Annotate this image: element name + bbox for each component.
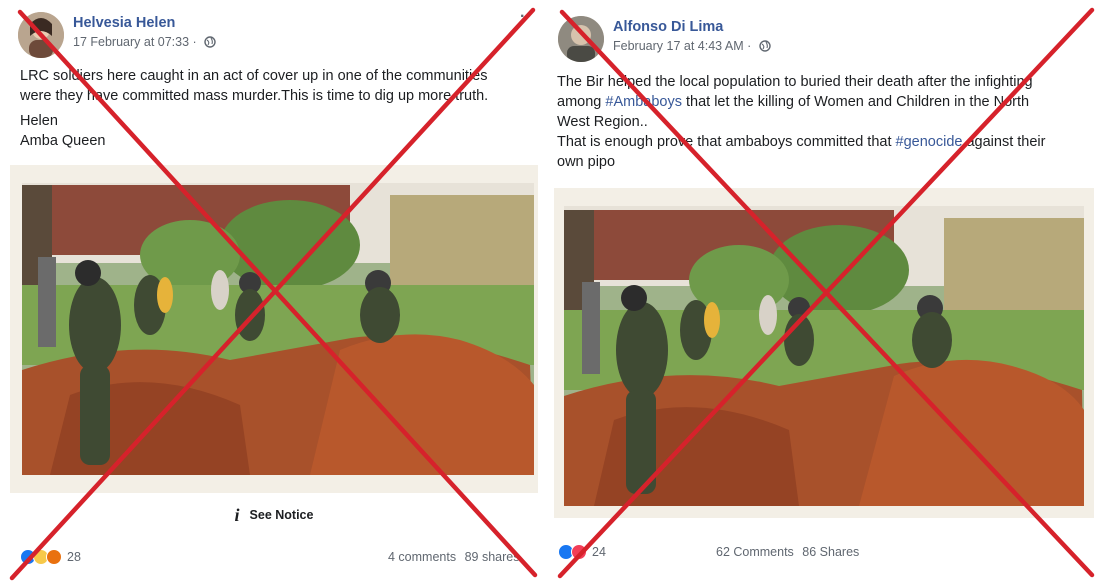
right-post: Alfonso Di Lima February 17 at 4:43 AM ·… xyxy=(548,0,1100,583)
post-text-line: own pipo xyxy=(557,154,616,170)
post-text: LRC soldiers here caught in an act of co… xyxy=(20,66,535,151)
author-avatar[interactable] xyxy=(558,16,604,62)
text-span: that let the killing of Women and Childr… xyxy=(681,94,1030,110)
reaction-count: 24 xyxy=(592,545,606,559)
post-photo[interactable] xyxy=(554,188,1094,518)
post-text-line: Amba Queen xyxy=(20,133,106,149)
reaction-count: 28 xyxy=(67,550,81,564)
reaction-summary[interactable]: 28 xyxy=(20,549,81,565)
post-text-line: The Bir helped the local population to b… xyxy=(557,74,1033,90)
globe-icon xyxy=(759,39,771,57)
author-meta: Alfonso Di Lima February 17 at 4:43 AM · xyxy=(613,16,771,57)
globe-icon xyxy=(204,35,216,53)
post-text: The Bir helped the local population to b… xyxy=(557,72,1097,172)
author-meta: Helvesia Helen 17 February at 07:33 · xyxy=(73,12,216,53)
post-header: Alfonso Di Lima February 17 at 4:43 AM · xyxy=(558,16,771,62)
author-name[interactable]: Helvesia Helen xyxy=(73,15,216,31)
post-text-line: Helen xyxy=(20,113,58,129)
post-text-line: LRC soldiers here caught in an act of co… xyxy=(20,68,488,84)
left-post: Helvesia Helen 17 February at 07:33 · ··… xyxy=(0,0,540,583)
post-text-line: were they have committed mass murder.Thi… xyxy=(20,88,489,104)
more-options-icon[interactable]: ·· xyxy=(520,8,533,26)
text-span: against their xyxy=(962,134,1046,150)
engagement-counts: 4 comments 89 shares xyxy=(388,550,519,564)
post-text-line: That is enough prove that ambaboys commi… xyxy=(557,132,1097,152)
hashtag-link[interactable]: #genocide xyxy=(896,134,963,150)
post-photo[interactable] xyxy=(10,165,538,493)
see-notice-label: See Notice xyxy=(249,508,314,522)
comments-count[interactable]: 4 comments xyxy=(388,550,456,564)
comments-count[interactable]: 62 Comments xyxy=(716,545,794,559)
reaction-summary[interactable]: 24 xyxy=(558,544,606,560)
author-avatar[interactable] xyxy=(18,12,64,58)
info-icon: i xyxy=(234,504,240,525)
see-notice-button[interactable]: i See Notice xyxy=(10,500,538,530)
text-span: among xyxy=(557,94,606,110)
angry-icon xyxy=(46,549,62,565)
post-header: Helvesia Helen 17 February at 07:33 · xyxy=(18,12,216,58)
post-timestamp[interactable]: February 17 at 4:43 AM · xyxy=(613,39,751,53)
post-text-line: among #Ambaboys that let the killing of … xyxy=(557,92,1097,112)
shares-count[interactable]: 89 shares xyxy=(465,550,520,564)
post-timestamp[interactable]: 17 February at 07:33 · xyxy=(73,35,197,49)
engagement-counts: 62 Comments 86 Shares xyxy=(716,545,859,559)
post-text-line: West Region.. xyxy=(557,114,648,130)
text-span: That is enough prove that ambaboys commi… xyxy=(557,134,896,150)
shares-count[interactable]: 86 Shares xyxy=(802,545,859,559)
author-name[interactable]: Alfonso Di Lima xyxy=(613,19,771,35)
love-icon xyxy=(571,544,587,560)
hashtag-link[interactable]: #Ambaboys xyxy=(605,94,682,110)
